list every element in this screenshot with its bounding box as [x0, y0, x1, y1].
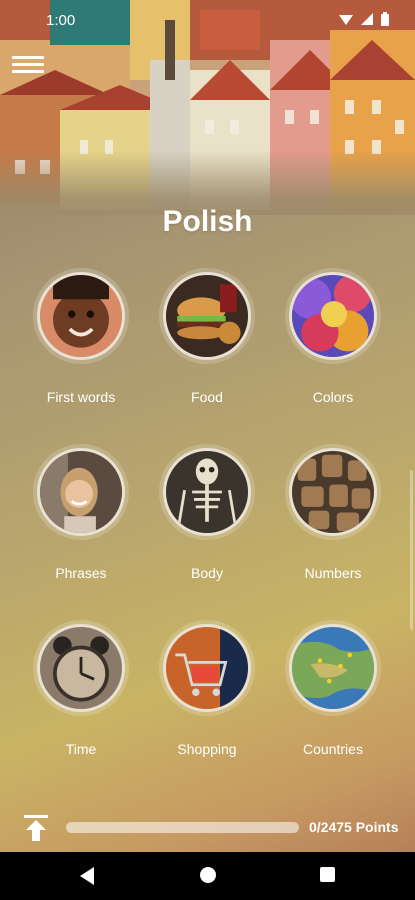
shopping-cart-icon [166, 627, 248, 709]
points-text: 0/2475 Points [309, 819, 399, 835]
status-bar: 1:00 [0, 0, 415, 40]
scrollbar[interactable] [410, 470, 413, 630]
category-label: First words [46, 389, 116, 405]
page-title: Polish [162, 205, 253, 238]
hamburger-menu-icon[interactable] [12, 52, 44, 78]
category-label: Time [65, 741, 97, 757]
category-numbers[interactable]: Numbers [268, 444, 398, 581]
back-icon[interactable] [80, 867, 94, 885]
category-label: Body [191, 565, 223, 581]
burger-icon [166, 275, 248, 357]
category-label: Colors [312, 389, 354, 405]
category-phrases[interactable]: Phrases [16, 444, 146, 581]
battery-icon [381, 12, 389, 26]
category-label: Shopping [177, 741, 237, 757]
status-icons [339, 12, 389, 26]
alarm-clock-icon [40, 627, 122, 709]
wifi-icon [339, 15, 353, 25]
category-first-words[interactable]: First words [16, 268, 146, 405]
category-label: Phrases [55, 565, 107, 581]
world-map-icon [292, 627, 374, 709]
signal-icon [361, 13, 373, 25]
home-icon[interactable] [200, 867, 216, 883]
points-progress [66, 822, 299, 833]
upload-arrow-icon[interactable] [24, 815, 48, 841]
category-label: Numbers [304, 565, 362, 581]
category-body[interactable]: Body [142, 444, 272, 581]
progress-bar-area: 0/2475 Points [0, 805, 415, 849]
category-colors[interactable]: Colors [268, 268, 398, 405]
category-label: Food [191, 389, 223, 405]
category-countries[interactable]: Countries [268, 620, 398, 757]
category-food[interactable]: Food [142, 268, 272, 405]
child-face-icon [40, 275, 122, 357]
skeleton-icon [166, 451, 248, 533]
category-shopping[interactable]: Shopping [142, 620, 272, 757]
app-screen: 1:00 Polish First words Food Colors Phra… [0, 0, 415, 852]
wooden-numbers-icon [292, 451, 374, 533]
color-powder-icon [292, 275, 374, 357]
smiling-woman-icon [40, 451, 122, 533]
status-time: 1:00 [46, 12, 76, 29]
recents-icon[interactable] [320, 867, 335, 882]
category-label: Countries [303, 741, 363, 757]
system-nav-bar [0, 852, 415, 900]
category-time[interactable]: Time [16, 620, 146, 757]
